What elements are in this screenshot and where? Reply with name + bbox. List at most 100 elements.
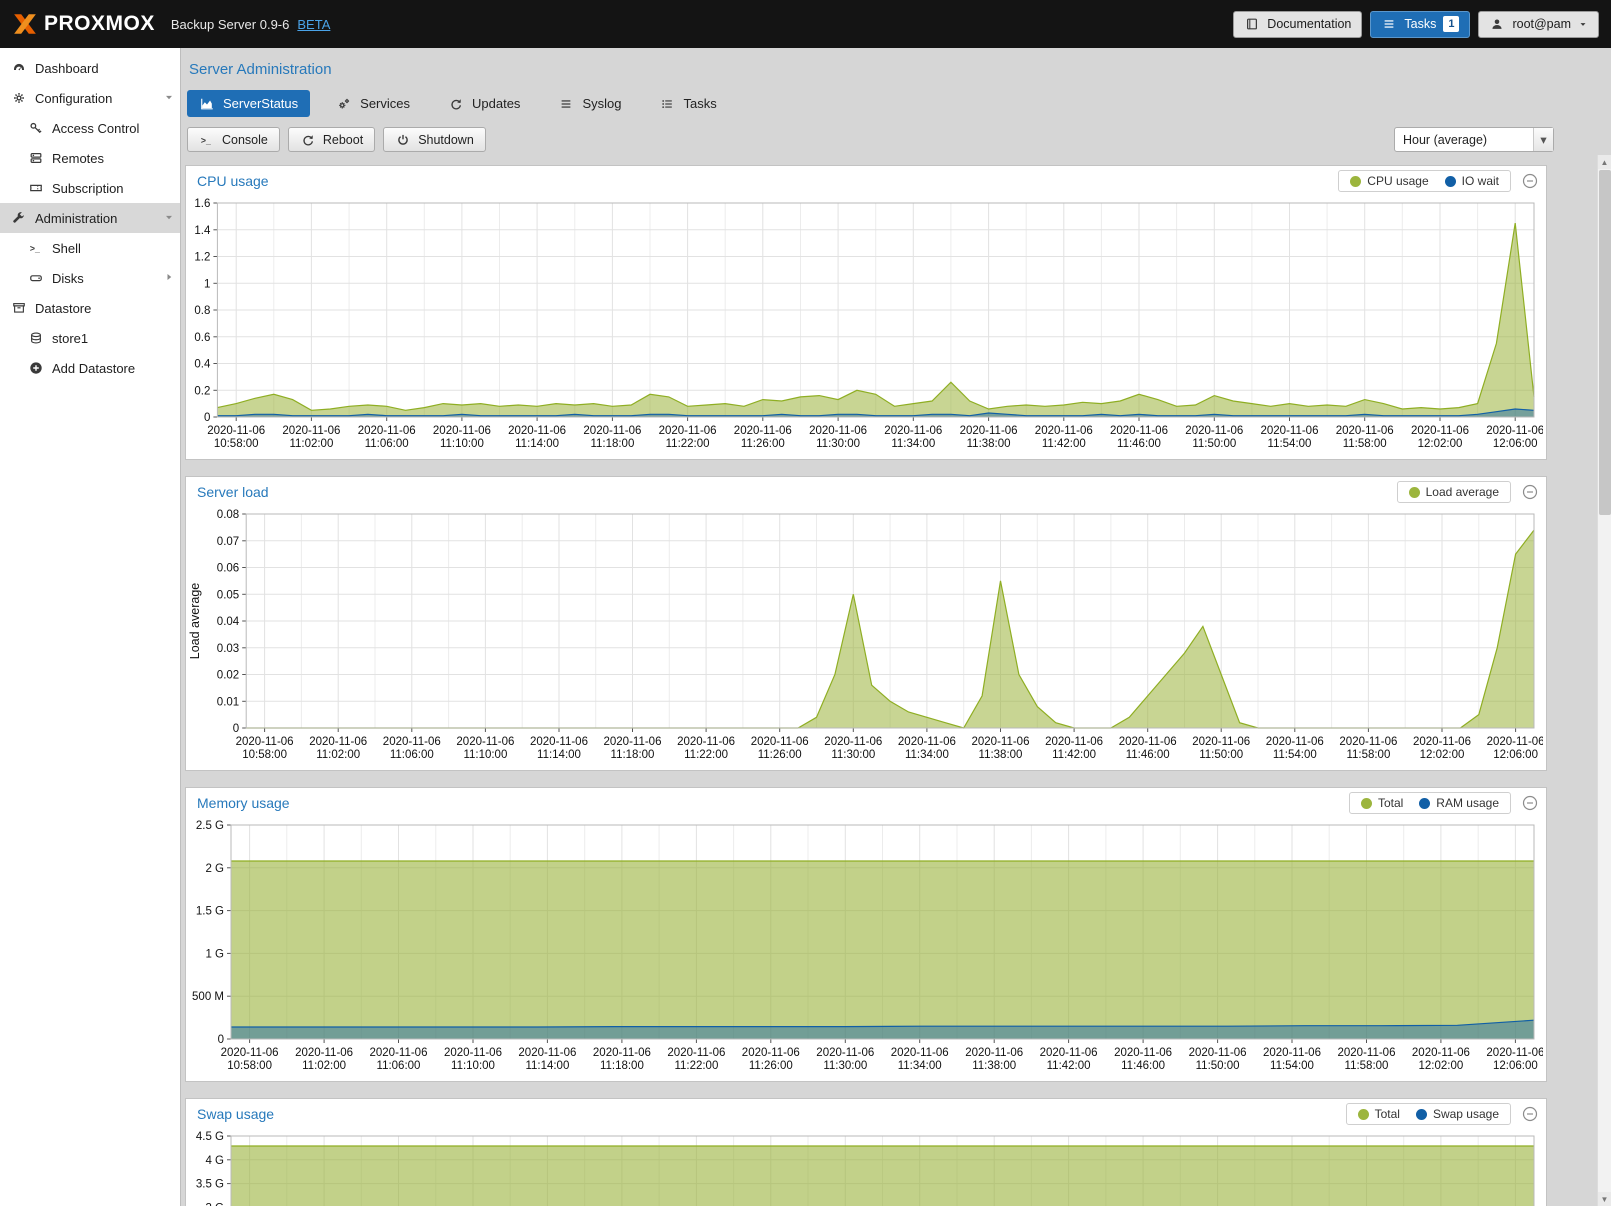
page-title: Server Administration [183,61,1611,78]
chart-legend: Load average [1397,481,1511,503]
svg-text:11:42:00: 11:42:00 [1052,749,1096,761]
sidebar-item-subscription[interactable]: Subscription [0,173,180,203]
collapse-panel-icon[interactable] [1521,484,1538,501]
tasks-button[interactable]: Tasks 1 [1370,11,1470,38]
svg-text:11:50:00: 11:50:00 [1196,1060,1240,1072]
svg-text:11:30:00: 11:30:00 [823,1060,867,1072]
svg-text:2020-11-06: 2020-11-06 [593,1047,651,1059]
scrollbar-thumb[interactable] [1599,170,1611,515]
svg-text:2020-11-06: 2020-11-06 [884,425,942,437]
console-button[interactable]: >_ Console [187,127,280,152]
user-icon [1489,16,1505,32]
svg-text:11:14:00: 11:14:00 [525,1060,569,1072]
svg-text:3 G: 3 G [205,1202,224,1206]
tab-label: Updates [472,96,520,111]
caret-down-icon[interactable] [163,91,175,106]
sidebar-item-administration[interactable]: Administration [0,203,180,233]
sidebar-item-access-control[interactable]: Access Control [0,113,180,143]
svg-text:1.5 G: 1.5 G [196,906,224,918]
svg-text:11:38:00: 11:38:00 [967,438,1011,450]
svg-text:11:30:00: 11:30:00 [831,749,875,761]
toolbar: >_ Console Reboot Shutdown Hour (average… [187,127,1611,152]
legend-item-total[interactable]: Total [1361,796,1403,810]
tab-updates[interactable]: Updates [436,90,532,117]
product-version: Backup Server 0.9-6 [171,17,290,32]
svg-text:1.6: 1.6 [194,198,210,210]
sidebar-item-label: store1 [52,331,88,346]
panel-title: Swap usage [194,1106,1336,1122]
vertical-scrollbar[interactable]: ▲ ▼ [1597,155,1611,1206]
panel-title: CPU usage [194,173,1328,189]
svg-text:11:18:00: 11:18:00 [590,438,634,450]
svg-text:2020-11-06: 2020-11-06 [358,425,416,437]
svg-text:2020-11-06: 2020-11-06 [207,425,265,437]
sidebar-item-label: Configuration [35,91,112,106]
tab-syslog[interactable]: Syslog [546,90,633,117]
legend-item-total[interactable]: Total [1358,1107,1400,1121]
svg-text:2020-11-06: 2020-11-06 [604,736,662,748]
memory-usage-chart: 0500 M1 G1.5 G2 G2.5 G2020-11-0610:58:00… [186,818,1546,1081]
legend-item-io-wait[interactable]: IO wait [1445,174,1499,188]
svg-text:2020-11-06: 2020-11-06 [824,736,882,748]
ticket-icon [28,180,44,196]
panel-cpu-usage: CPU usage CPU usageIO wait 00.20.40.60.8… [185,165,1547,460]
svg-text:11:22:00: 11:22:00 [674,1060,718,1072]
sidebar-item-label: Access Control [52,121,139,136]
svg-text:0.06: 0.06 [217,563,239,575]
svg-text:2020-11-06: 2020-11-06 [1189,1047,1247,1059]
tab-serverstatus[interactable]: ServerStatus [187,90,310,117]
svg-text:2020-11-06: 2020-11-06 [1110,425,1168,437]
svg-text:2020-11-06: 2020-11-06 [891,1047,949,1059]
legend-item-swap-usage[interactable]: Swap usage [1416,1107,1499,1121]
app-header: PROXMOX Backup Server 0.9-6 BETA Documen… [0,0,1611,48]
wrench-icon [11,210,27,226]
legend-label: RAM usage [1436,796,1499,810]
tab-services[interactable]: Services [324,90,422,117]
user-menu-button[interactable]: root@pam [1478,11,1599,38]
scroll-up-button[interactable]: ▲ [1598,155,1611,169]
proxmox-x-icon [12,11,38,37]
svg-text:1.4: 1.4 [194,225,211,237]
sidebar-item-shell[interactable]: >_Shell [0,233,180,263]
sidebar-item-datastore[interactable]: Datastore [0,293,180,323]
svg-text:11:58:00: 11:58:00 [1346,749,1390,761]
svg-text:12:02:00: 12:02:00 [1419,1060,1464,1072]
tab-label: Tasks [683,96,716,111]
caret-right-icon[interactable] [163,271,175,286]
tab-label: Services [360,96,410,111]
svg-text:2020-11-06: 2020-11-06 [677,736,735,748]
svg-text:0.8: 0.8 [194,305,210,317]
tab-tasks[interactable]: Tasks [647,90,728,117]
sidebar-item-dashboard[interactable]: Dashboard [0,53,180,83]
svg-text:1 G: 1 G [205,948,224,960]
svg-text:2020-11-06: 2020-11-06 [444,1047,502,1059]
scroll-down-button[interactable]: ▼ [1598,1192,1611,1206]
collapse-panel-icon[interactable] [1521,795,1538,812]
sidebar-item-add-datastore[interactable]: Add Datastore [0,353,180,383]
documentation-button[interactable]: Documentation [1233,11,1362,38]
sidebar-item-configuration[interactable]: Configuration [0,83,180,113]
svg-text:11:18:00: 11:18:00 [611,749,655,761]
sidebar-item-store1[interactable]: store1 [0,323,180,353]
shutdown-button[interactable]: Shutdown [383,127,486,152]
legend-item-load-average[interactable]: Load average [1409,485,1499,499]
reboot-icon [300,132,316,148]
svg-text:11:02:00: 11:02:00 [316,749,360,761]
sidebar-item-remotes[interactable]: Remotes [0,143,180,173]
svg-text:2020-11-06: 2020-11-06 [370,1047,428,1059]
svg-text:11:38:00: 11:38:00 [979,749,1023,761]
svg-text:11:34:00: 11:34:00 [898,1060,942,1072]
caret-down-icon[interactable] [163,211,175,226]
reboot-button[interactable]: Reboot [288,127,375,152]
collapse-panel-icon[interactable] [1521,173,1538,190]
legend-item-ram-usage[interactable]: RAM usage [1419,796,1499,810]
collapse-panel-icon[interactable] [1521,1106,1538,1123]
legend-item-cpu-usage[interactable]: CPU usage [1350,174,1428,188]
svg-text:11:18:00: 11:18:00 [600,1060,644,1072]
timeframe-select[interactable]: Hour (average) ▾ [1394,127,1554,152]
beta-link[interactable]: BETA [297,17,330,32]
svg-text:12:06:00: 12:06:00 [1493,438,1538,450]
svg-text:2020-11-06: 2020-11-06 [1338,1047,1396,1059]
sidebar-item-disks[interactable]: Disks [0,263,180,293]
charts-area: CPU usage CPU usageIO wait 00.20.40.60.8… [185,165,1547,1206]
